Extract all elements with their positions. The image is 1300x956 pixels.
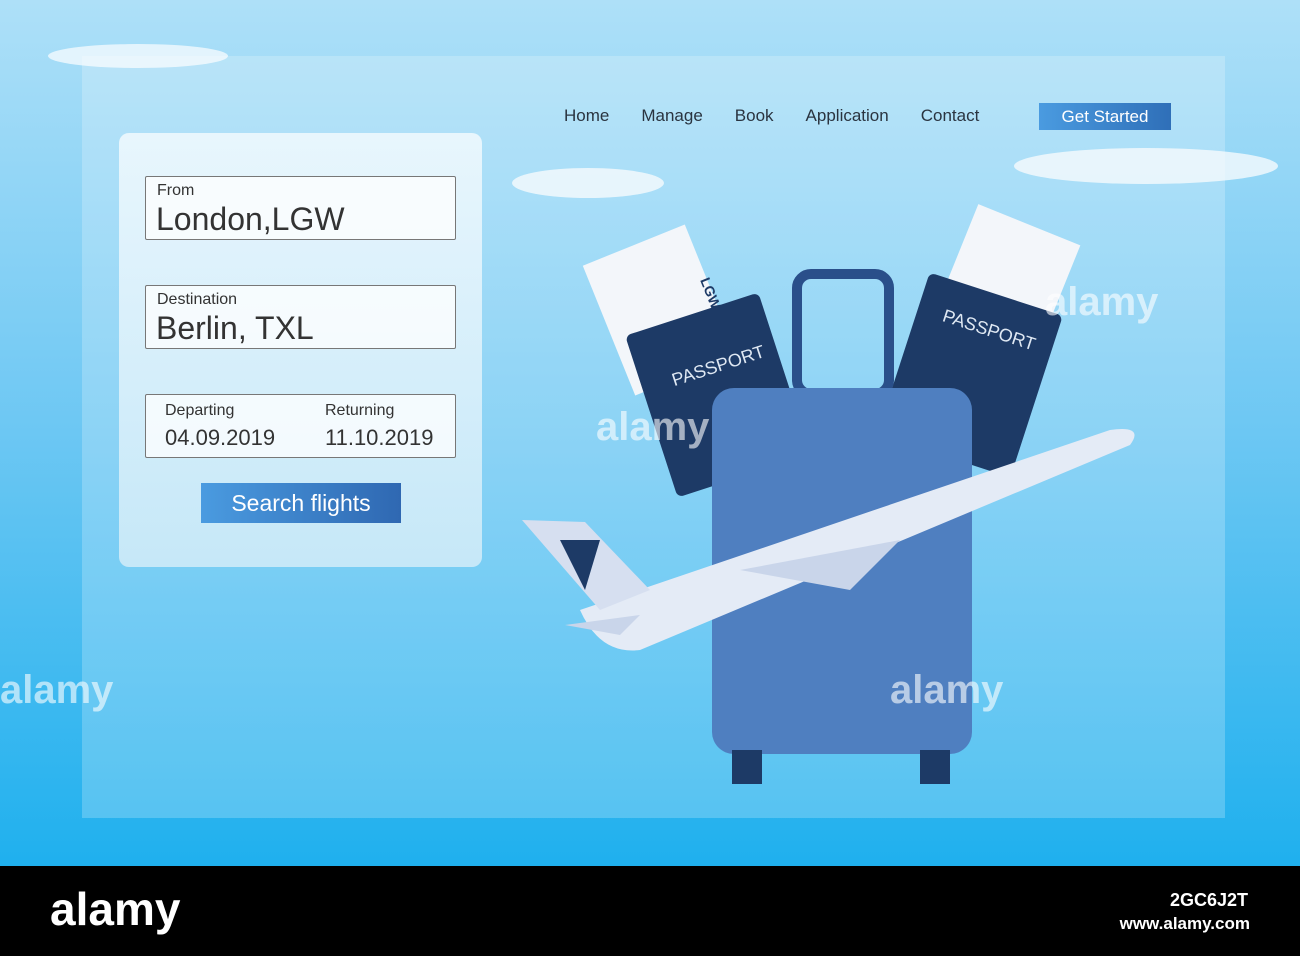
watermark-text: alamy xyxy=(0,668,114,712)
watermark-text: alamy xyxy=(596,405,710,449)
alamy-logo: alamy xyxy=(50,883,181,935)
image-id: 2GC6J2T xyxy=(1169,890,1248,910)
alamy-url: www.alamy.com xyxy=(1119,914,1250,933)
stock-footer: alamy 2GC6J2T www.alamy.com xyxy=(0,866,1300,956)
watermark-text: alamy xyxy=(890,668,1004,712)
watermark-text: alamy xyxy=(1045,280,1159,324)
